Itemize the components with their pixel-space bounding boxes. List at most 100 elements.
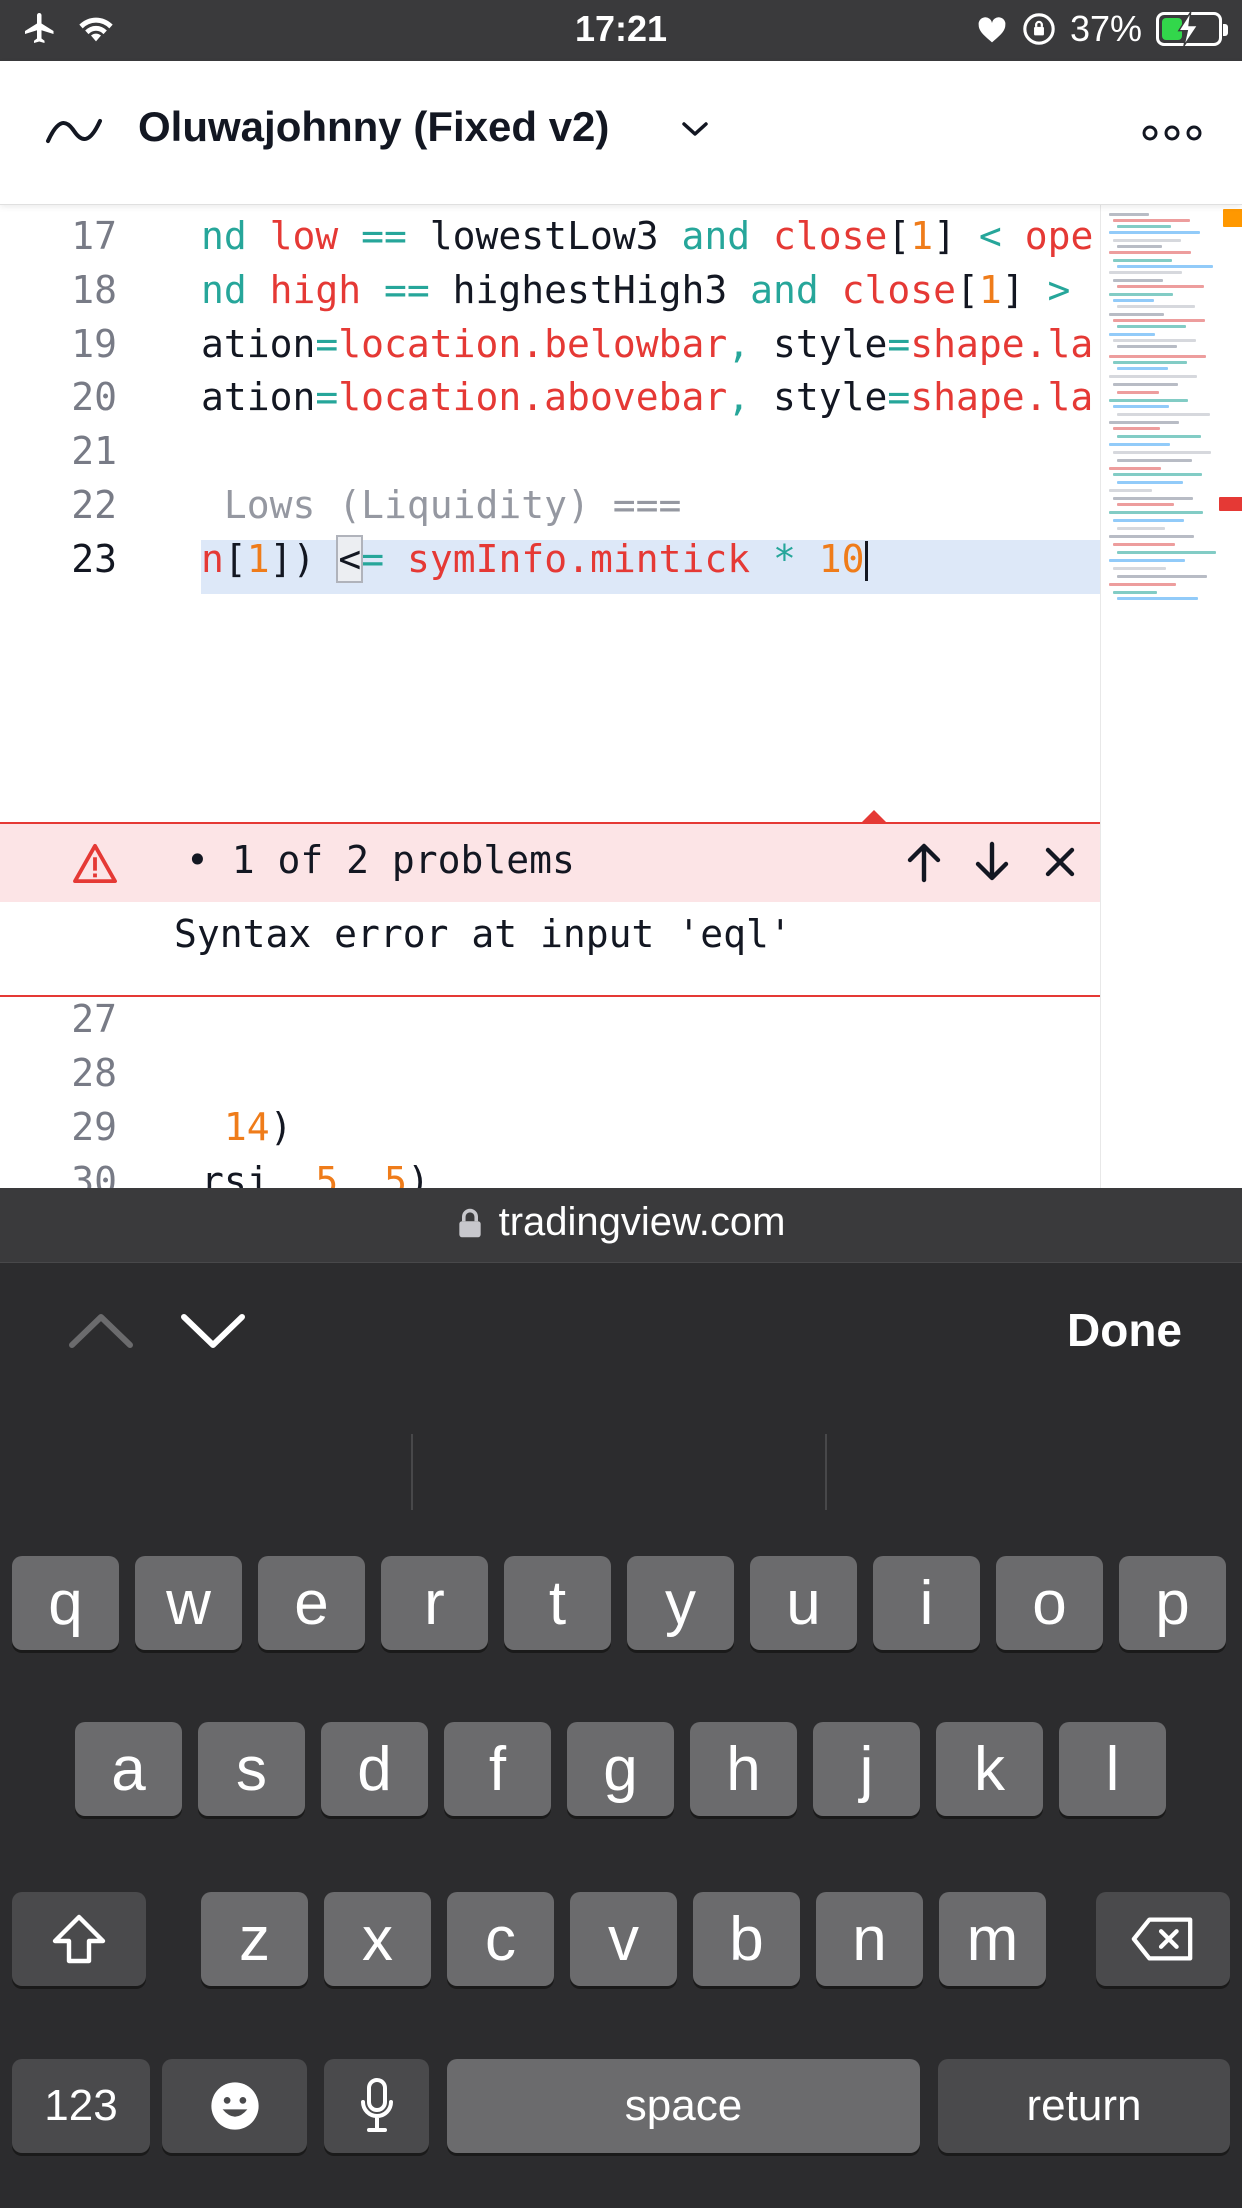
code-line[interactable]: 20 ation=location.abovebar, style=shape.l… [0, 370, 1100, 424]
key-m[interactable]: m [939, 1892, 1046, 1986]
code-line[interactable]: 21 [0, 424, 1100, 478]
key-w[interactable]: w [135, 1556, 242, 1650]
minimap-line [1117, 345, 1177, 348]
code-line[interactable]: 27 [0, 992, 1100, 1046]
code-token: = [887, 321, 911, 366]
key-t[interactable]: t [504, 1556, 611, 1650]
done-button[interactable]: Done [1067, 1303, 1182, 1357]
code-token: lowestLow3 [429, 214, 682, 258]
key-s[interactable]: s [198, 1722, 305, 1816]
key-a[interactable]: a [75, 1722, 182, 1816]
key-c[interactable]: c [447, 1892, 554, 1986]
code-editor[interactable]: 17nd low == lowestLow3 and close[1] < op… [0, 205, 1242, 1188]
line-number: 30 [71, 1158, 117, 1188]
code-token: 5 [384, 1158, 407, 1188]
code-line[interactable]: 18 nd high == highestHigh3 and close[1] > [0, 263, 1100, 317]
battery-percent: 37% [1069, 8, 1142, 49]
code-token: and [681, 214, 773, 258]
minimap-line [1113, 339, 1196, 342]
minimap-line [1109, 355, 1206, 358]
chevron-down-icon[interactable] [680, 119, 710, 139]
code-token: , [727, 375, 773, 420]
close-icon[interactable] [1040, 840, 1080, 884]
key-r[interactable]: r [381, 1556, 488, 1650]
url-bar[interactable]: tradingview.com [0, 1188, 1242, 1262]
line-code: nd high == highestHigh3 and close[1] > [201, 263, 1070, 317]
script-header: Oluwajohnny (Fixed v2) [0, 61, 1242, 205]
code-token: location.abovebar [338, 375, 728, 420]
trend-line-icon[interactable] [44, 113, 104, 149]
code-line[interactable]: 19 ation=location.belowbar, style=shape.l… [0, 317, 1100, 371]
problem-message: Syntax error at input 'eql' [174, 912, 792, 956]
minimap-line [1117, 325, 1186, 328]
key-u[interactable]: u [750, 1556, 857, 1650]
code-line[interactable]: 28 [0, 1046, 1100, 1100]
script-title[interactable]: Oluwajohnny (Fixed v2) [138, 103, 609, 151]
line-number: 28 [71, 1051, 117, 1096]
code-token: location.belowbar [338, 321, 728, 366]
shift-key[interactable] [12, 1892, 146, 1986]
line-code: nd low == lowestLow3 and close[1] < ope [201, 209, 1093, 263]
code-token: ope [1024, 214, 1094, 258]
key-e[interactable]: e [258, 1556, 365, 1650]
minimap-line [1113, 451, 1211, 454]
code-token: [ [223, 536, 247, 581]
line-number: 18 [71, 267, 117, 312]
code-line[interactable]: 29 14) [0, 1100, 1100, 1154]
key-k[interactable]: k [936, 1722, 1043, 1816]
next-field-icon[interactable] [178, 1309, 248, 1353]
key-z[interactable]: z [201, 1892, 308, 1986]
minimap-line [1117, 305, 1195, 308]
key-l[interactable]: l [1059, 1722, 1166, 1816]
lock-icon [458, 1208, 481, 1237]
arrow-down-icon[interactable] [972, 840, 1012, 884]
minimap-line [1109, 489, 1152, 492]
return-key[interactable]: return [938, 2059, 1230, 2153]
keyboard-accessory-bar: Done [0, 1262, 1242, 1402]
key-v[interactable]: v [570, 1892, 677, 1986]
code-token: == [361, 214, 430, 258]
code-line[interactable]: 30 rsi, 5, 5) [0, 1154, 1100, 1188]
more-icon[interactable] [1142, 123, 1202, 143]
code-token: rsi [201, 1158, 270, 1188]
key-g[interactable]: g [567, 1722, 674, 1816]
code-line[interactable]: 22 Lows (Liquidity) === [0, 478, 1100, 532]
code-token: nd [201, 267, 270, 312]
code-token: = [315, 375, 339, 420]
key-f[interactable]: f [444, 1722, 551, 1816]
dictation-key[interactable] [324, 2059, 429, 2153]
key-j[interactable]: j [813, 1722, 920, 1816]
code-token: = [887, 375, 911, 420]
key-y[interactable]: y [627, 1556, 734, 1650]
backspace-key[interactable] [1096, 1892, 1230, 1986]
minimap[interactable] [1100, 205, 1242, 1188]
code-line[interactable]: 17 nd low == lowestLow3 and close[1] < op… [0, 209, 1100, 263]
key-i[interactable]: i [873, 1556, 980, 1650]
minimap-line [1109, 511, 1203, 514]
code-token: ] [1001, 267, 1048, 312]
space-key[interactable]: space [447, 2059, 920, 2153]
previous-field-icon[interactable] [66, 1309, 136, 1353]
minimap-line [1113, 219, 1190, 222]
code-line[interactable]: 23 n[1]) <= symInfo.mintick * 10 [0, 532, 1100, 586]
line-number: 20 [71, 375, 117, 420]
minimap-line [1117, 575, 1207, 578]
emoji-key[interactable] [162, 2059, 307, 2153]
minimap-line [1109, 559, 1185, 562]
key-h[interactable]: h [690, 1722, 797, 1816]
minimap-line [1109, 271, 1182, 274]
minimap-line [1117, 367, 1168, 370]
key-x[interactable]: x [324, 1892, 431, 1986]
key-d[interactable]: d [321, 1722, 428, 1816]
minimap-line [1117, 481, 1183, 484]
key-b[interactable]: b [693, 1892, 800, 1986]
key-n[interactable]: n [816, 1892, 923, 1986]
code-token: [ [887, 214, 911, 258]
numbers-key[interactable]: 123 [12, 2059, 150, 2153]
key-q[interactable]: q [12, 1556, 119, 1650]
key-p[interactable]: p [1119, 1556, 1226, 1650]
key-o[interactable]: o [996, 1556, 1103, 1650]
minimap-line [1113, 567, 1166, 570]
arrow-up-icon[interactable] [904, 840, 944, 884]
code-token: symInfo.mintick [406, 536, 774, 581]
